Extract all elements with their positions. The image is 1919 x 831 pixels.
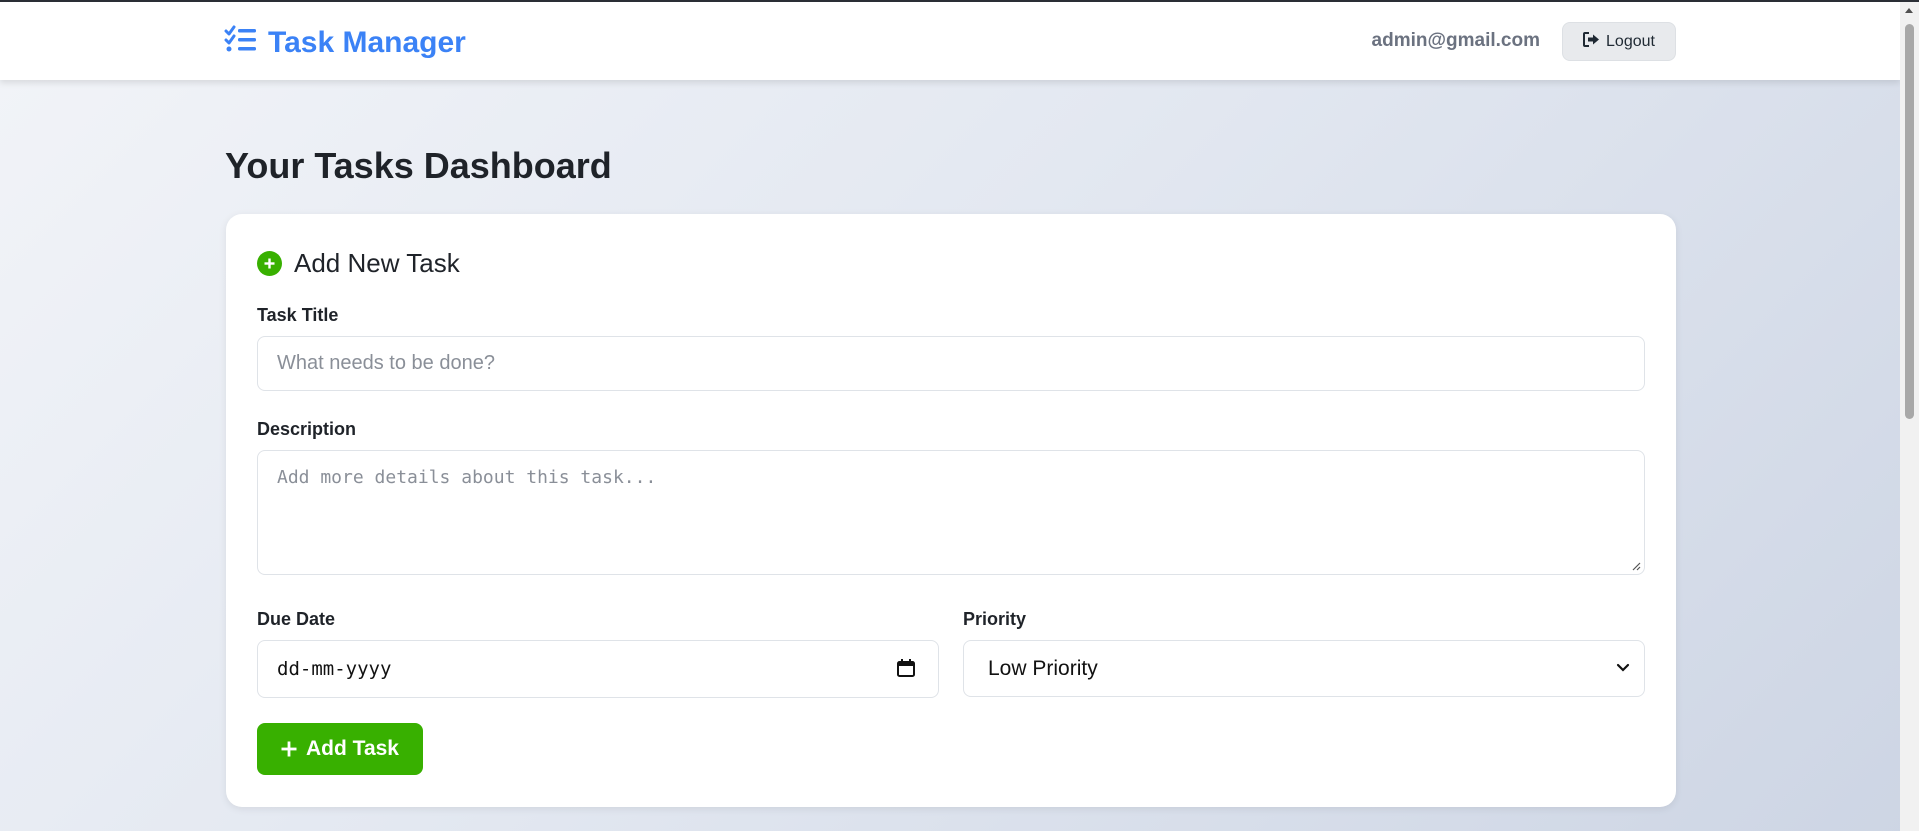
page-title: Your Tasks Dashboard xyxy=(225,145,612,186)
card-title: Add New Task xyxy=(294,248,460,278)
resize-grip-icon[interactable] xyxy=(1631,561,1641,571)
description-label: Description xyxy=(257,419,357,439)
description-placeholder: Add more details about this task... xyxy=(277,467,657,488)
scroll-up-arrow-icon[interactable] xyxy=(1905,8,1913,13)
priority-select[interactable]: Low Priority xyxy=(963,640,1645,697)
task-title-label: Task Title xyxy=(257,305,339,325)
logout-button[interactable]: Logout xyxy=(1562,22,1676,61)
calendar-icon[interactable] xyxy=(896,658,916,678)
logout-label: Logout xyxy=(1606,32,1655,50)
add-task-card: Add New Task Task Title What needs to be… xyxy=(226,214,1676,807)
due-date-label: Due Date xyxy=(257,609,336,629)
scrollbar-thumb[interactable] xyxy=(1905,24,1914,419)
due-date-input[interactable]: dd-mm-yyyy xyxy=(257,640,939,698)
chevron-down-icon xyxy=(1616,663,1630,672)
description-textarea[interactable]: Add more details about this task... xyxy=(257,450,1645,575)
card-header: Add New Task xyxy=(257,248,460,279)
vertical-scrollbar[interactable] xyxy=(1900,2,1919,831)
task-title-placeholder: What needs to be done? xyxy=(277,352,495,374)
add-task-button[interactable]: Add Task xyxy=(257,723,423,775)
brand[interactable]: Task Manager xyxy=(224,24,466,62)
navbar: Task Manager admin@gmail.com Logout xyxy=(0,2,1900,80)
app-title: Task Manager xyxy=(268,26,466,59)
tasks-list-icon xyxy=(224,24,258,62)
sign-out-icon xyxy=(1583,31,1600,52)
plus-circle-icon xyxy=(257,251,282,276)
add-task-label: Add Task xyxy=(306,737,399,760)
user-email: admin@gmail.com xyxy=(1371,30,1540,51)
due-date-value: dd-mm-yyyy xyxy=(277,658,392,680)
plus-icon xyxy=(281,741,297,757)
priority-selected-value: Low Priority xyxy=(988,656,1098,680)
priority-label: Priority xyxy=(963,609,1027,629)
task-title-input[interactable]: What needs to be done? xyxy=(257,336,1645,391)
